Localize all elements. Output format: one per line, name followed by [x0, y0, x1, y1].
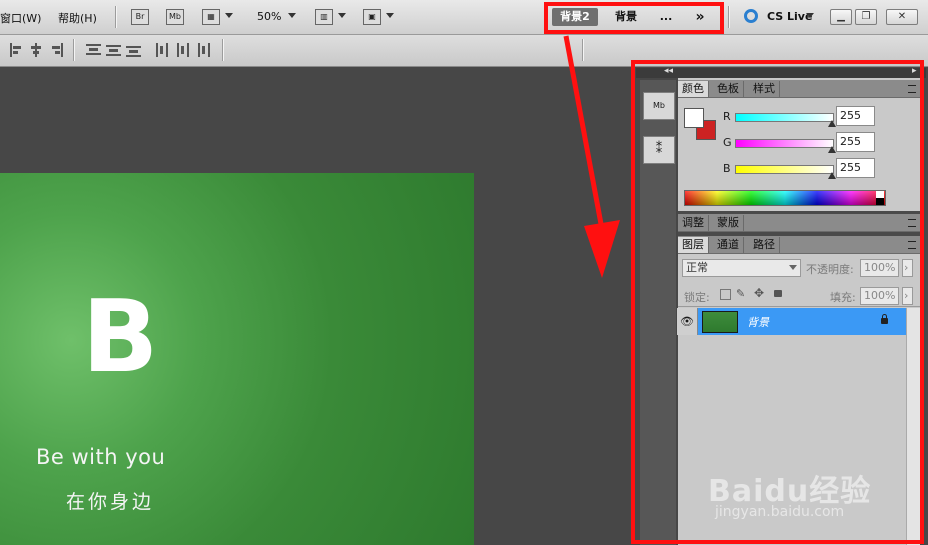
separator [115, 6, 117, 28]
separator [73, 39, 75, 61]
close-button[interactable]: ✕ [886, 9, 918, 25]
separator [222, 39, 224, 61]
mini-bridge-icon[interactable]: Mb [166, 9, 184, 25]
distribute-right-icon[interactable] [195, 43, 210, 57]
chevron-down-icon[interactable] [338, 13, 346, 18]
annotation-box-workspace [544, 2, 724, 34]
restore-button[interactable]: ❐ [855, 9, 877, 25]
watermark: Baidu经验 jingyan.baidu.com [708, 448, 888, 528]
slogan-chinese-text: 在你身边 [66, 491, 155, 513]
bridge-icon[interactable]: Br [131, 9, 149, 25]
align-right-edges-icon[interactable] [49, 43, 64, 57]
distribute-horizontal-centers-icon[interactable] [175, 43, 190, 57]
chevron-down-icon[interactable] [288, 13, 296, 18]
slogan-text: Be with you [36, 445, 166, 469]
screen-mode-icon[interactable]: ▣ [363, 9, 381, 25]
distribute-left-icon[interactable] [155, 43, 170, 57]
menu-help[interactable]: 帮助(H) [58, 10, 97, 26]
chevron-down-icon[interactable] [386, 13, 394, 18]
align-horizontal-centers-icon[interactable] [29, 43, 44, 57]
distribute-top-icon[interactable] [86, 43, 101, 57]
watermark-url: jingyan.baidu.com [715, 504, 845, 520]
view-extras-icon[interactable]: ▦ [202, 9, 220, 25]
menu-bar: 窗口(W) 帮助(H) Br Mb ▦ 50% ▥ ▣ 背景2 背景 ... »… [0, 0, 928, 35]
logo-letter: B [82, 278, 158, 395]
arrange-documents-icon[interactable]: ▥ [315, 9, 333, 25]
document-canvas[interactable]: B Be with you 在你身边 [0, 173, 474, 545]
chevron-down-icon[interactable] [225, 13, 233, 18]
minimize-button[interactable]: ▁ [830, 9, 852, 25]
distribute-bottom-icon[interactable] [126, 43, 141, 57]
cs-live-icon[interactable] [744, 9, 758, 23]
annotation-arrow [563, 35, 620, 278]
align-left-edges-icon[interactable] [9, 43, 24, 57]
zoom-level[interactable]: 50% [257, 10, 281, 23]
menu-window[interactable]: 窗口(W) [0, 10, 41, 26]
distribute-vertical-centers-icon[interactable] [106, 43, 121, 57]
chevron-down-icon[interactable] [806, 13, 814, 18]
foreground-color-swatch[interactable] [684, 108, 704, 128]
separator [728, 6, 730, 28]
